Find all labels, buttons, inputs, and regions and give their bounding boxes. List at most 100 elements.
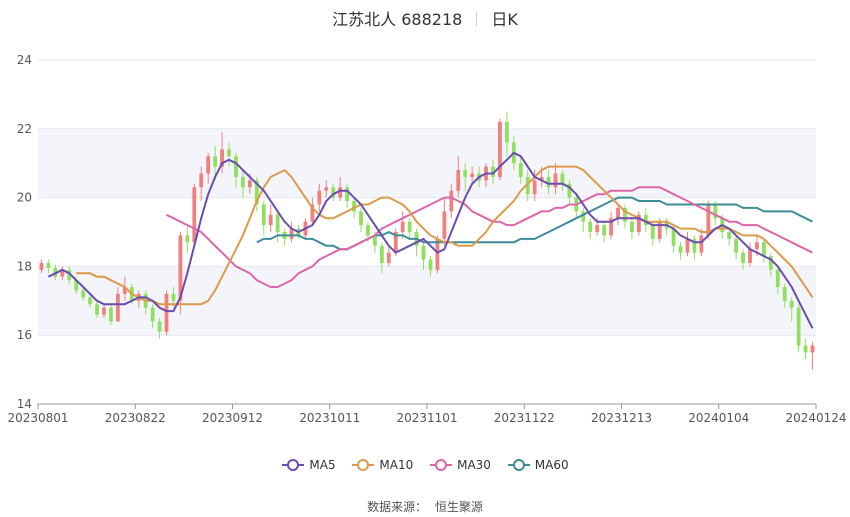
y-tick-label: 20 [17, 191, 32, 205]
candle-body [46, 262, 51, 269]
candle-body [560, 173, 565, 184]
candle-body [164, 293, 169, 332]
candle-body [456, 170, 461, 191]
candle-body [366, 225, 370, 236]
legend-label-ma5: MA5 [309, 458, 336, 472]
candle-body [150, 307, 155, 322]
candle-body [400, 221, 405, 232]
candle-body [379, 245, 384, 263]
candle-body [796, 307, 801, 346]
candle-body [39, 262, 44, 270]
legend-marker-ma30 [430, 459, 453, 471]
candle-body [504, 121, 509, 143]
candle-body [247, 180, 252, 188]
candle-body [685, 238, 690, 253]
x-tick-label: 20230912 [202, 411, 263, 425]
x-tick-label: 20231011 [299, 411, 360, 425]
candle-body [421, 245, 426, 260]
candle-body [171, 293, 176, 301]
candle-body [227, 149, 231, 157]
candle-body [553, 173, 558, 188]
candle-body [588, 221, 593, 232]
candle-body [442, 211, 447, 239]
x-tick-label: 20231122 [494, 411, 555, 425]
candle-body [275, 214, 280, 232]
y-tick-label: 16 [17, 328, 32, 342]
candle-body [761, 242, 766, 257]
candle-body [602, 225, 607, 236]
candle-body [699, 235, 704, 253]
candle-body [81, 290, 86, 298]
candle-body [630, 221, 634, 232]
candle-body [755, 242, 759, 250]
source-provider: 恒生聚源 [434, 500, 483, 514]
legend-dot-ma5 [287, 459, 300, 471]
candle-body [317, 190, 322, 205]
candle-body [748, 249, 752, 263]
candle-body [261, 204, 266, 226]
legend-item-ma30[interactable]: MA30 [429, 458, 491, 472]
candle-body [803, 345, 808, 353]
candle-body [650, 225, 655, 239]
candle-body [782, 287, 787, 301]
candle-body [532, 180, 537, 195]
candle-body [102, 307, 106, 315]
candle-body [810, 345, 815, 353]
legend-item-ma10[interactable]: MA10 [351, 458, 413, 472]
candle-body [157, 321, 162, 332]
grid-band [38, 128, 816, 198]
chart-legend: MA5 MA10 MA30 MA60 [0, 458, 850, 472]
x-tick-label: 20240104 [688, 411, 749, 425]
candle-body [88, 297, 93, 305]
legend-dot-ma10 [357, 459, 370, 471]
legend-dot-ma30 [435, 459, 448, 471]
legend-marker-ma10 [352, 459, 375, 471]
candle-body [115, 293, 120, 322]
candle-body [199, 173, 204, 188]
candle-body [678, 245, 683, 253]
candle-body [470, 173, 475, 177]
candle-body [345, 187, 350, 202]
legend-item-ma60[interactable]: MA60 [507, 458, 569, 472]
legend-label-ma30: MA30 [457, 458, 491, 472]
candle-body [95, 304, 99, 315]
x-tick-label: 20231213 [591, 411, 652, 425]
x-tick-label: 20230822 [105, 411, 166, 425]
candle-body [449, 190, 454, 212]
candle-body [428, 259, 433, 270]
legend-dot-ma60 [512, 459, 525, 471]
y-tick-label: 14 [17, 397, 32, 411]
x-tick-label: 20231101 [396, 411, 457, 425]
candle-body [616, 207, 620, 219]
candle-body [213, 156, 218, 167]
legend-marker-ma5 [282, 459, 305, 471]
candlestick-chart: 14 16 18 20 22 24 20230801 20230822 20230912 2023… [7, 53, 846, 425]
candle-body [789, 300, 794, 308]
candle-body [741, 252, 745, 263]
source-label: 数据来源： [367, 500, 428, 514]
candle-body [595, 225, 600, 232]
candle-body [206, 156, 211, 174]
legend-label-ma10: MA10 [379, 458, 414, 472]
legend-item-ma5[interactable]: MA5 [281, 458, 336, 472]
data-source: 数据来源： 恒生聚源 [0, 498, 850, 515]
candle-body [324, 187, 329, 191]
candle-body [518, 163, 523, 177]
x-tick-label: 20230801 [7, 411, 68, 425]
candle-body [234, 156, 238, 177]
legend-marker-ma60 [507, 459, 530, 471]
legend-label-ma60: MA60 [534, 458, 569, 472]
candle-body [463, 170, 468, 177]
candle-body [241, 176, 245, 188]
y-tick-label: 22 [17, 122, 32, 136]
candle-body [435, 238, 440, 270]
y-tick-label: 24 [17, 53, 32, 67]
candle-body [185, 235, 190, 243]
y-tick-label: 18 [17, 259, 32, 273]
candle-body [775, 269, 780, 288]
candle-body [192, 187, 197, 243]
candle-body [727, 232, 732, 239]
candle-body [359, 211, 363, 226]
candle-body [268, 214, 273, 226]
candle-body [407, 221, 412, 232]
